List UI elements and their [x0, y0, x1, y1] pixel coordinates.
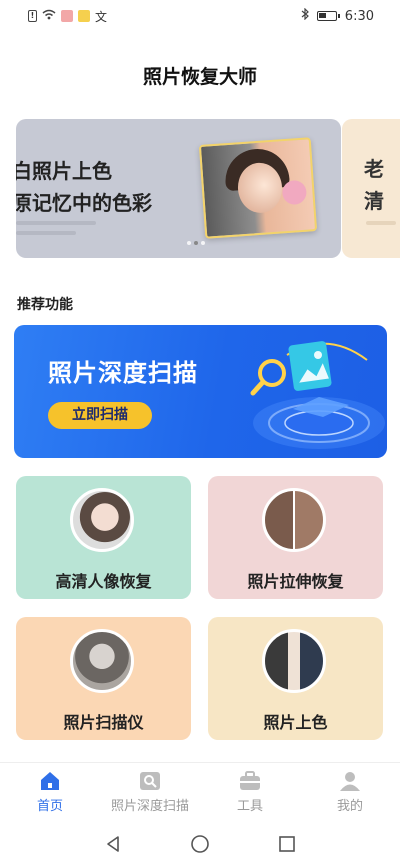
nav-item-deep-scan[interactable]: 照片深度扫描 [100, 763, 200, 820]
feature-label: 照片扫描仪 [63, 713, 144, 732]
nav-label: 工具 [236, 798, 263, 814]
feature-card-stretch-restore[interactable]: 照片拉伸恢复 [208, 476, 383, 599]
input-method-icon: 文 [95, 9, 108, 24]
bluetooth-icon [301, 7, 309, 24]
banner-next-headline: 老 [364, 157, 384, 181]
notes-app-icon [78, 10, 90, 22]
nav-label: 照片深度扫描 [110, 798, 189, 814]
briefcase-icon [240, 770, 260, 790]
carousel-indicator [187, 241, 205, 245]
person-icon [340, 771, 360, 791]
scan-now-button[interactable]: 立即扫描 [48, 402, 152, 429]
carousel-dot [201, 241, 205, 245]
feature-card-photo-scanner[interactable]: 照片扫描仪 [16, 617, 191, 740]
scan-illustration-icon [250, 341, 385, 449]
alert-icon: ! [28, 10, 37, 22]
banner-subheadline: 原记忆中的色彩 [16, 191, 152, 215]
carousel-dot-active [194, 241, 198, 245]
wifi-icon [42, 9, 56, 24]
banner-headline: 白照片上色 [16, 159, 112, 183]
calendar-app-icon [61, 10, 73, 22]
nav-label: 首页 [36, 798, 63, 814]
banner-decoration [16, 231, 76, 235]
banner-next-subheadline: 清 [364, 189, 384, 213]
recents-icon[interactable] [278, 835, 296, 853]
banner-decoration [366, 221, 396, 225]
photo-deep-scan-card[interactable]: 照片深度扫描 立即扫描 [14, 325, 387, 458]
feature-card-colorize[interactable]: 照片上色 [208, 617, 383, 740]
feature-label: 高清人像恢复 [55, 572, 152, 591]
banner-next-slide[interactable]: 老 清 [342, 119, 400, 258]
bottom-nav: 首页 照片深度扫描 工具 我的 [0, 762, 400, 820]
nav-item-tools[interactable]: 工具 [200, 763, 300, 820]
carousel-dot [187, 241, 191, 245]
section-title: 推荐功能 [17, 297, 73, 313]
nav-item-home[interactable]: 首页 [0, 763, 100, 820]
home-icon [41, 771, 59, 790]
banner-decoration [16, 221, 96, 225]
banner-slide[interactable]: 白照片上色 原记忆中的色彩 [16, 119, 341, 258]
feature-label: 照片上色 [263, 713, 328, 732]
feature-image-baby [70, 629, 134, 693]
scan-card-title: 照片深度扫描 [48, 359, 198, 387]
nav-label: 我的 [336, 798, 363, 814]
status-bar: ! 文 6:30 [0, 0, 400, 32]
feature-image-stretch [262, 488, 326, 552]
photo-flower-shape [281, 179, 308, 206]
feature-label: 照片拉伸恢复 [247, 572, 344, 591]
app-title: 照片恢复大师 [142, 66, 257, 88]
nav-item-mine[interactable]: 我的 [300, 763, 400, 820]
home-circle-icon[interactable] [190, 834, 210, 854]
photo-scan-icon [140, 771, 160, 790]
feature-card-hd-portrait[interactable]: 高清人像恢复 [16, 476, 191, 599]
system-nav-bar [0, 820, 400, 867]
status-left: ! 文 [28, 8, 107, 25]
back-icon[interactable] [104, 835, 122, 853]
clock: 6:30 [344, 8, 374, 24]
feature-image-portrait [70, 488, 134, 552]
banner-photo-image [198, 137, 318, 239]
status-right: 6:30 [301, 7, 374, 24]
battery-icon [316, 11, 340, 21]
feature-image-couple [262, 629, 326, 693]
